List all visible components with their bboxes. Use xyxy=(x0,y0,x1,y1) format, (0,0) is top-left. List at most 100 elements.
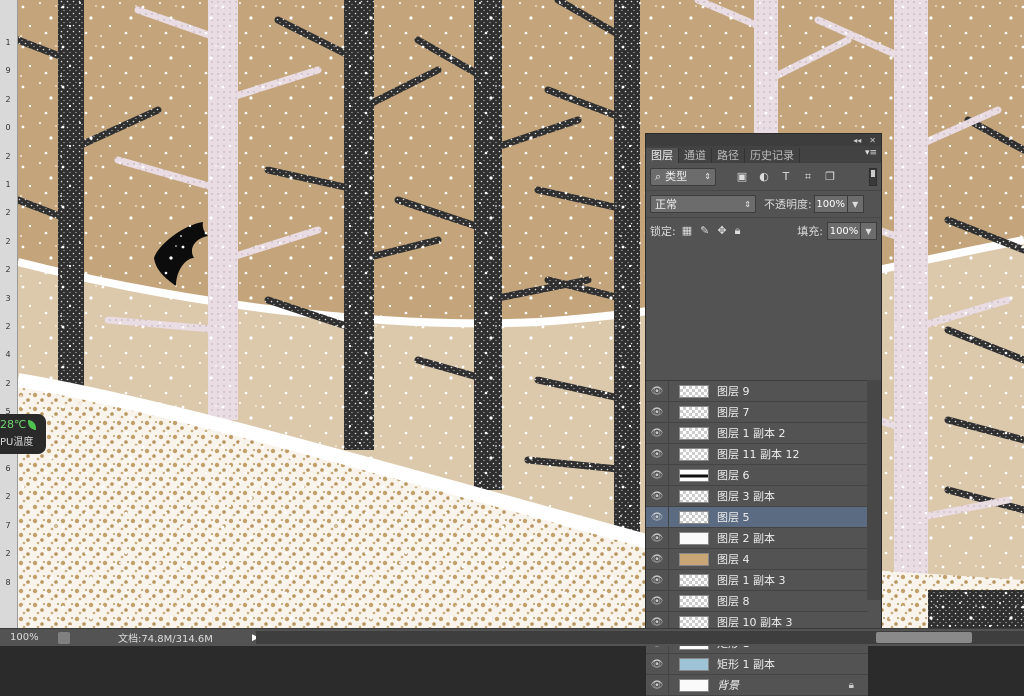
layer-thumbnail xyxy=(679,552,709,566)
ruler-tick-label: 8 xyxy=(5,577,11,587)
tab-layers[interactable]: 图层 xyxy=(646,148,679,163)
layer-thumbnail xyxy=(679,489,709,503)
ruler-tick-label: 7 xyxy=(5,520,11,530)
panel-menu-icon[interactable]: ▾≡ xyxy=(865,148,877,158)
layer-row[interactable]: 👁︎ 图层 1 副本 2 xyxy=(646,422,868,444)
zoom-level[interactable]: 100% xyxy=(0,632,54,643)
eye-icon[interactable]: 👁︎ xyxy=(646,464,669,486)
eye-icon[interactable]: 👁︎ xyxy=(646,653,669,675)
layer-name: 矩形 1 副本 xyxy=(717,658,775,671)
fill-dropdown-icon[interactable]: ▼ xyxy=(861,221,877,240)
temperature-widget[interactable]: 28℃ PU温度 xyxy=(0,414,46,454)
eye-icon[interactable]: 👁︎ xyxy=(646,380,669,402)
layer-row[interactable]: 👁︎ 图层 9 xyxy=(646,380,868,402)
layer-row[interactable]: 👁︎ 背景 🔒︎ xyxy=(646,674,868,696)
status-bar: 100% 文档:74.8M/314.6M ▶ xyxy=(0,628,1024,646)
layer-name: 图层 3 副本 xyxy=(717,490,775,503)
layer-list-scrollbar[interactable] xyxy=(867,380,881,600)
layer-name: 图层 1 副本 2 xyxy=(717,427,786,440)
collapse-panel-icon[interactable]: ◂◂ xyxy=(853,136,861,145)
ruler-tick-label: 2 xyxy=(5,151,11,161)
ruler-tick-label: 2 xyxy=(5,549,11,559)
eye-icon[interactable]: 👁︎ xyxy=(646,506,669,528)
layer-list: 👁︎ 图层 9 👁︎ 图层 7 👁︎ 图层 1 副本 2 👁︎ 图层 11 副本 12 👁︎ 图层… xyxy=(646,380,868,696)
eye-icon[interactable]: 👁︎ xyxy=(646,527,669,549)
layer-name: 图层 2 副本 xyxy=(717,532,775,545)
ruler-tick-label: 0 xyxy=(5,123,11,133)
tab-history[interactable]: 历史记录 xyxy=(745,148,800,163)
ruler-tick-label: 2 xyxy=(5,322,11,331)
lock-image-icon[interactable]: ✎ xyxy=(700,224,709,237)
opacity-input[interactable]: 100% xyxy=(813,195,848,213)
lock-transparent-icon[interactable]: ▦ xyxy=(682,224,692,237)
blend-mode-dropdown[interactable]: 正常 ⇕ xyxy=(650,195,756,213)
close-panel-icon[interactable]: ✕ xyxy=(869,136,876,145)
smart-object-filter-icon[interactable]: ❐ xyxy=(824,170,836,183)
eye-icon[interactable]: 👁︎ xyxy=(646,548,669,570)
leaf-icon xyxy=(28,419,37,430)
layer-thumbnail xyxy=(679,678,709,692)
eye-icon[interactable]: 👁︎ xyxy=(646,569,669,591)
blend-row: 正常 ⇕ 不透明度: 100% ▼ xyxy=(646,190,881,217)
eye-icon[interactable]: 👁︎ xyxy=(646,590,669,612)
layer-row[interactable]: 👁︎ 图层 5 xyxy=(646,506,868,528)
filter-type-label: 类型 xyxy=(665,169,688,183)
temperature-value: 28℃ xyxy=(0,418,27,431)
shape-filter-icon[interactable]: ⌗ xyxy=(802,170,814,183)
layer-row[interactable]: 👁︎ 图层 11 副本 12 xyxy=(646,443,868,465)
panel-titlebar: ◂◂ ✕ xyxy=(646,134,881,146)
ruler-tick-label: 2 xyxy=(5,208,11,218)
ruler-tick-label: 4 xyxy=(5,350,11,360)
ruler-tick-label: 2 xyxy=(5,265,11,275)
layer-row[interactable]: 👁︎ 矩形 1 副本 xyxy=(646,653,868,675)
fill-input[interactable]: 100% xyxy=(827,221,861,240)
eye-icon[interactable]: 👁︎ xyxy=(646,485,669,507)
lock-label: 锁定: xyxy=(650,224,676,238)
eye-icon[interactable]: 👁︎ xyxy=(646,401,669,423)
ruler-tick-label: 2 xyxy=(5,236,11,246)
image-filter-icon[interactable]: ▣ xyxy=(736,170,748,183)
layer-row[interactable]: 👁︎ 图层 6 xyxy=(646,464,868,486)
eye-icon[interactable]: 👁︎ xyxy=(646,443,669,465)
vertical-ruler[interactable]: 19202122232425262728 xyxy=(0,0,18,628)
layer-row[interactable]: 👁︎ 图层 3 副本 xyxy=(646,485,868,507)
layer-thumbnail xyxy=(679,615,709,629)
eye-icon[interactable]: 👁︎ xyxy=(646,422,669,444)
adjustment-filter-icon[interactable]: ◐ xyxy=(758,170,770,183)
lock-position-icon[interactable]: ✥ xyxy=(717,224,726,237)
document-info-icon[interactable] xyxy=(58,631,70,644)
layer-name: 图层 6 xyxy=(717,469,750,482)
layer-filter-dropdown[interactable]: ⌕ 类型 ⇕ xyxy=(650,167,716,186)
ruler-tick-label: 6 xyxy=(5,464,11,473)
layer-row[interactable]: 👁︎ 图层 7 xyxy=(646,401,868,423)
layer-row[interactable]: 👁︎ 图层 8 xyxy=(646,590,868,612)
layer-name: 图层 8 xyxy=(717,595,750,608)
layer-thumbnail xyxy=(679,573,709,587)
horizontal-scrollbar[interactable] xyxy=(256,631,1024,644)
layer-row[interactable]: 👁︎ 图层 1 副本 3 xyxy=(646,569,868,591)
layer-row[interactable]: 👁︎ 图层 4 xyxy=(646,548,868,570)
layer-row[interactable]: 👁︎ 图层 2 副本 xyxy=(646,527,868,549)
layer-name: 背景 xyxy=(717,679,739,692)
layer-lock-icon: 🔒︎ xyxy=(848,679,854,691)
layer-thumbnail xyxy=(679,657,709,671)
eye-icon[interactable]: 👁︎ xyxy=(646,674,669,696)
ruler-tick-label: 1 xyxy=(5,38,11,47)
layer-thumbnail xyxy=(679,405,709,419)
chevron-updown-icon: ⇕ xyxy=(744,200,751,209)
layer-name: 图层 9 xyxy=(717,385,750,398)
filter-row: ⌕ 类型 ⇕ ▣ ◐ T ⌗ ❐ xyxy=(646,163,881,190)
search-icon: ⌕ xyxy=(655,169,662,183)
layer-name: 图层 5 xyxy=(717,511,750,524)
ruler-tick-label: 9 xyxy=(5,66,11,76)
tab-channels[interactable]: 通道 xyxy=(679,148,712,163)
lock-all-icon[interactable]: 🔒︎ xyxy=(735,224,741,238)
opacity-dropdown-icon[interactable]: ▼ xyxy=(847,195,864,213)
layer-name: 图层 1 副本 3 xyxy=(717,574,786,587)
type-filter-icon[interactable]: T xyxy=(780,170,792,183)
scrollbar-thumb[interactable] xyxy=(876,632,972,643)
layer-thumbnail xyxy=(679,384,709,398)
tab-paths[interactable]: 路径 xyxy=(712,148,745,163)
ruler-tick-label: 1 xyxy=(5,180,11,189)
filter-toggle[interactable] xyxy=(869,167,877,186)
